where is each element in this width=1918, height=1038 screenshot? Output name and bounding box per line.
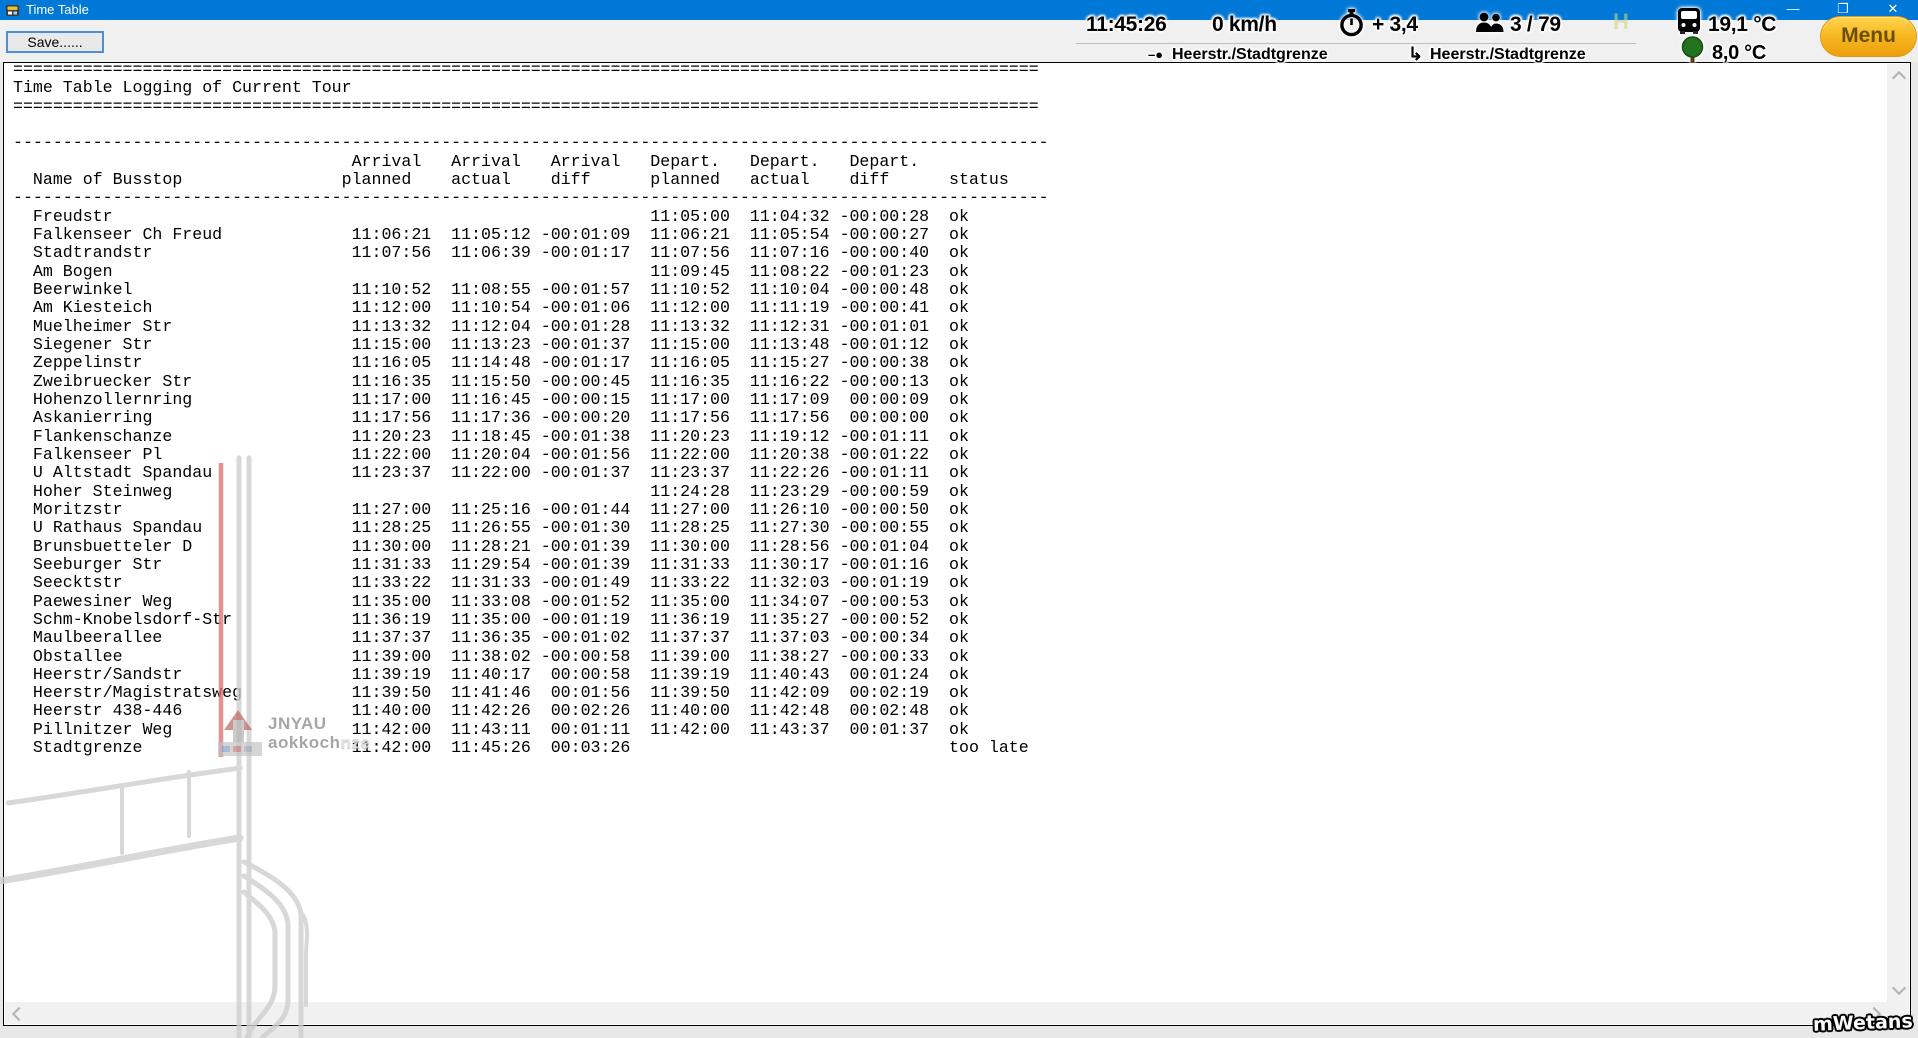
timetable-row: Stadtgrenze 11:42:00 11:45:26 00:03:26 t… [13, 738, 1029, 758]
timetable-separator: ----------------------------------------… [13, 188, 1049, 208]
timetable-row: Heerstr 438-446 11:40:00 11:42:26 00:02:… [13, 701, 969, 721]
vertical-scrollbar[interactable] [1887, 64, 1909, 1002]
timetable-row: Freudstr 11:05:00 11:04:32 -00:00:28 ok [13, 206, 969, 226]
timetable-row: Siegener Str 11:15:00 11:13:23 -00:01:37… [13, 334, 969, 354]
map-watermark-logo-icon [218, 710, 262, 756]
minimize-button[interactable]: — [1780, 0, 1806, 18]
map-watermark-line1: JNYAU [268, 714, 327, 733]
timetable-header: Arrival Arrival Arrival Depart. Depart. … [13, 151, 950, 171]
timetable-row: Schm-Knobelsdorf-Str 11:36:19 11:35:00 -… [13, 609, 969, 629]
timetable-row: Zeppelinstr 11:16:05 11:14:48 -00:01:17 … [13, 353, 969, 373]
timetable-panel: ========================================… [3, 60, 1911, 1026]
timetable-row: Moritzstr 11:27:00 11:25:16 -00:01:44 11… [13, 499, 969, 519]
timetable-row: Zweibruecker Str 11:16:35 11:15:50 -00:0… [13, 371, 969, 391]
save-button[interactable]: Save...... [6, 31, 104, 53]
timetable-row: Heerstr/Magistratsweg 11:39:50 11:41:46 … [13, 683, 969, 703]
scroll-down-icon[interactable] [1891, 980, 1907, 996]
timetable-row: Heerstr/Sandstr 11:39:19 11:40:17 00:00:… [13, 664, 969, 684]
map-watermark-suffix: nze [340, 733, 371, 752]
timetable-row: Seeburger Str 11:31:33 11:29:54 -00:01:3… [13, 554, 969, 574]
corner-watermark: mWetans [1812, 1010, 1914, 1036]
timetable-row: Maulbeerallee 11:37:37 11:36:35 -00:01:0… [13, 628, 969, 648]
timetable-row: U Rathaus Spandau 11:28:25 11:26:55 -00:… [13, 518, 969, 538]
window-title: Time Table [26, 2, 89, 17]
timetable-row: Falkenseer Ch Freud 11:06:21 11:05:12 -0… [13, 224, 969, 244]
app-window: Time Table — ❐ ✕ Save...... ============… [0, 0, 1918, 1038]
title-bar: Time Table [0, 0, 1918, 20]
timetable-row: Pillnitzer Weg 11:42:00 11:43:11 00:01:1… [13, 719, 969, 739]
map-watermark-line2: aokkoch [268, 733, 341, 752]
timetable-row: Am Kiesteich 11:12:00 11:10:54 -00:01:06… [13, 298, 969, 318]
timetable-banner: Time Table Logging of Current Tour [13, 78, 352, 98]
timetable-row: Flankenschanze 11:20:23 11:18:45 -00:01:… [13, 426, 969, 446]
scroll-left-icon[interactable] [11, 1006, 27, 1022]
timetable-separator: ----------------------------------------… [13, 133, 1049, 153]
timetable-row: Askanierring 11:17:56 11:17:36 -00:00:20… [13, 408, 969, 428]
timetable-row: Falkenseer Pl 11:22:00 11:20:04 -00:01:5… [13, 444, 969, 464]
timetable-row: Hoher Steinweg 11:24:28 11:23:29 -00:00:… [13, 481, 969, 501]
timetable-row: Brunsbuetteler D 11:30:00 11:28:21 -00:0… [13, 536, 969, 556]
scroll-up-icon[interactable] [1891, 70, 1907, 86]
timetable-row: Seecktstr 11:33:22 11:31:33 -00:01:49 11… [13, 573, 969, 593]
toolbar: Save...... [0, 20, 1918, 62]
timetable-row: Paewesiner Weg 11:35:00 11:33:08 -00:01:… [13, 591, 969, 611]
timetable-row: Am Bogen 11:09:45 11:08:22 -00:01:23 ok [13, 261, 969, 281]
timetable-header: Name of Busstop planned actual diff plan… [13, 169, 1009, 189]
timetable-row: Stadtrandstr 11:07:56 11:06:39 -00:01:17… [13, 243, 969, 263]
map-watermark: JNYAU aokkochnze [216, 708, 370, 765]
horizontal-scrollbar[interactable] [5, 1002, 1909, 1024]
timetable-separator: ========================================… [13, 60, 1039, 79]
app-icon [6, 5, 19, 16]
timetable-row: Hohenzollernring 11:17:00 11:16:45 -00:0… [13, 389, 969, 409]
timetable-row: Muelheimer Str 11:13:32 11:12:04 -00:01:… [13, 316, 969, 336]
timetable-row: Obstallee 11:39:00 11:38:02 -00:00:58 11… [13, 646, 969, 666]
timetable-log: ========================================… [13, 60, 1049, 758]
timetable-blank [13, 116, 1049, 134]
timetable-row: Beerwinkel 11:10:52 11:08:55 -00:01:57 1… [13, 279, 969, 299]
timetable-row: U Altstadt Spandau 11:23:37 11:22:00 -00… [13, 463, 969, 483]
menu-button[interactable]: Menu [1820, 16, 1917, 57]
timetable-separator: ========================================… [13, 96, 1039, 116]
